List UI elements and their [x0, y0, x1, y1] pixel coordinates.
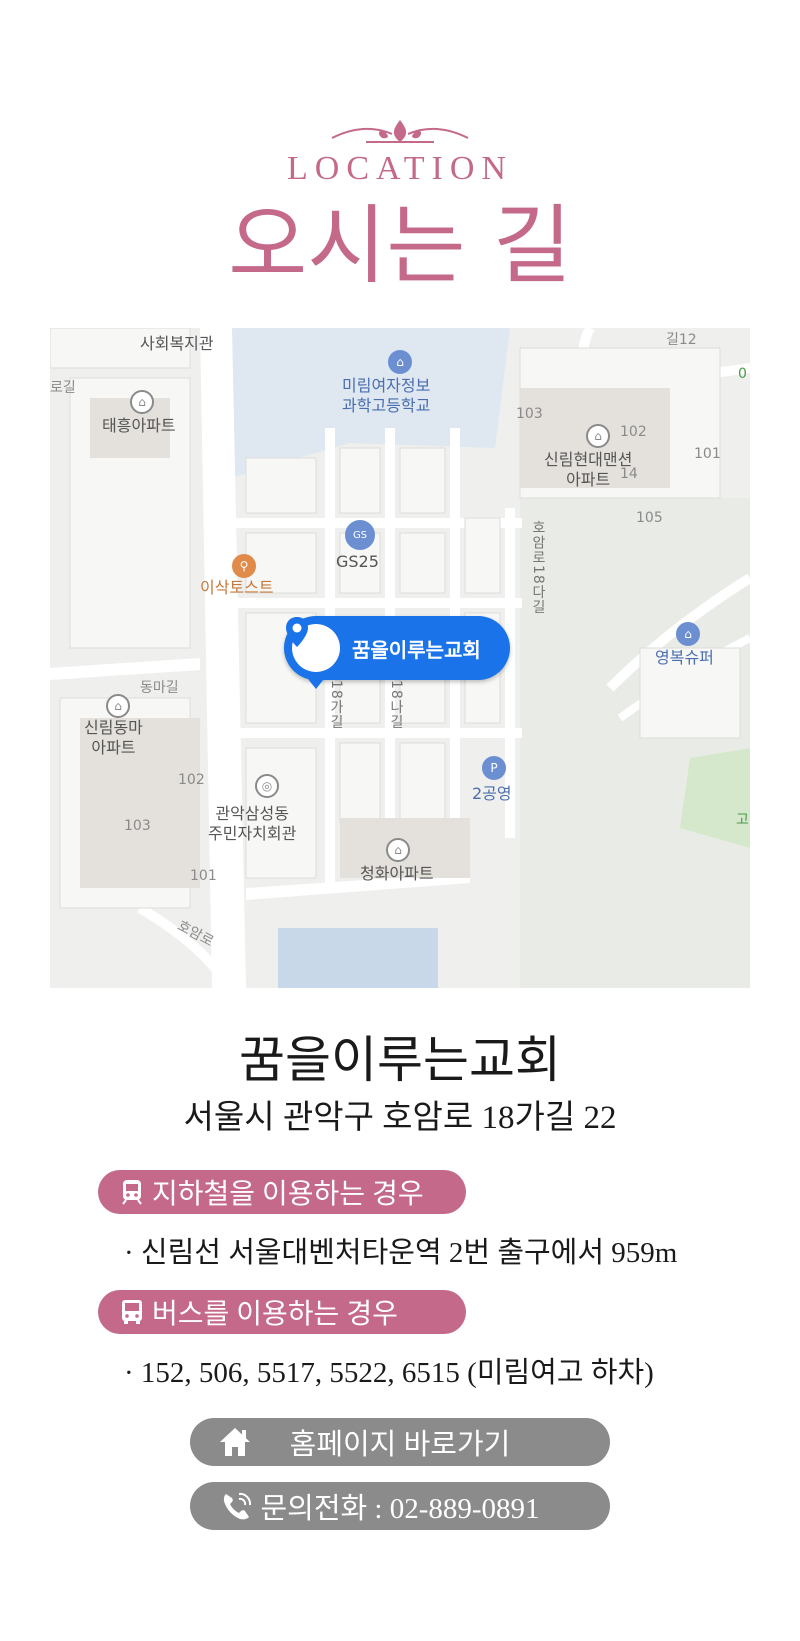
bus-section-label: 버스를 이용하는 경우: [98, 1290, 466, 1334]
school-icon[interactable]: ⌂: [388, 350, 412, 374]
location-label: LOCATION: [287, 150, 513, 187]
bus-info: · 152, 506, 5517, 5522, 6515 (미림여고 하차): [124, 1357, 654, 1389]
map-label-welfare: 사회복지관: [140, 334, 214, 353]
apartment-icon[interactable]: ⌂: [386, 838, 410, 862]
map-label-105: 105: [636, 510, 663, 526]
subway-train-icon: [122, 1180, 142, 1205]
marker-tail: [308, 679, 324, 689]
church-address: 서울시 관악구 호암로 18가길 22: [183, 1100, 617, 1136]
phone-button-label: 문의전화 : 02-889-0891: [260, 1493, 540, 1525]
homepage-button-label: 홈페이지 바로가기: [289, 1429, 511, 1461]
map-label-chunghwa: 청화아파트: [360, 864, 434, 883]
location-map[interactable]: ⌂ ⌂ ⌂ GS ⚲ ⌂ ⌂ P ◎ ⌂ 사회복지관 로길 태흥아파트 미림여자…: [50, 328, 750, 988]
map-label-14: 14: [620, 466, 638, 482]
apartment-icon[interactable]: ⌂: [106, 694, 130, 718]
map-pin-icon: [286, 617, 340, 672]
map-label-103a: 103: [516, 406, 543, 422]
map-label-parking: 2공영: [472, 784, 512, 803]
apartment-icon[interactable]: ⌂: [586, 424, 610, 448]
home-icon: [220, 1428, 250, 1456]
subway-section-label: 지하철을 이용하는 경우: [98, 1170, 466, 1214]
map-label-gil12: 길12: [666, 332, 697, 348]
subway-info: · 신림선 서울대벤처타운역 2번 출구에서 959m: [124, 1237, 678, 1269]
map-label-102b: 102: [178, 772, 205, 788]
map-label-sillim-dongma: 신림동마 아파트: [84, 718, 143, 757]
map-label-101b: 101: [190, 868, 217, 884]
civic-center-icon[interactable]: ◎: [255, 774, 279, 798]
map-label-road: 로길: [50, 380, 76, 396]
map-label-samseong: 관악삼성동 주민자치회관: [208, 804, 297, 843]
church-location-marker[interactable]: 꿈을이루는교회: [284, 616, 510, 689]
map-label-101a: 101: [694, 446, 721, 462]
bus-icon: [122, 1300, 142, 1324]
phone-icon: [223, 1492, 252, 1520]
map-label-gs25: GS25: [336, 552, 379, 571]
marker-label: 꿈을이루는교회: [352, 637, 481, 662]
bus-label-text: 버스를 이용하는 경우: [152, 1299, 398, 1330]
page-title: 오시는 길: [228, 196, 572, 296]
flourish-ornament-icon: [331, 120, 469, 143]
parking-icon[interactable]: P: [482, 756, 506, 780]
map-label-103b: 103: [124, 818, 151, 834]
map-label-edge-go: 고: [736, 812, 749, 828]
map-label-18na: 18나길: [388, 680, 404, 730]
map-label-taeheung: 태흥아파트: [102, 416, 176, 435]
subway-label-text: 지하철을 이용하는 경우: [152, 1179, 424, 1210]
map-label-dongma-road: 동마길: [140, 680, 179, 696]
apartment-icon[interactable]: ⌂: [130, 390, 154, 414]
restaurant-icon[interactable]: ⚲: [232, 554, 256, 578]
map-label-isak: 이삭토스트: [200, 578, 274, 597]
map-label-hoam18da: 호암로18다길: [530, 520, 546, 615]
map-label-youngbok: 영복슈퍼: [655, 648, 714, 667]
phone-button[interactable]: 문의전화 : 02-889-0891: [190, 1482, 610, 1530]
map-label-edge0: 0: [738, 366, 747, 382]
map-label-18ga: 18가길: [328, 680, 344, 730]
convenience-store-icon[interactable]: GS: [345, 520, 375, 550]
map-label-102a: 102: [620, 424, 647, 440]
church-name: 꿈을이루는교회: [239, 1032, 561, 1088]
homepage-button[interactable]: 홈페이지 바로가기: [190, 1418, 610, 1466]
map-label-school: 미림여자정보 과학고등학교: [342, 376, 431, 415]
shop-icon[interactable]: ⌂: [676, 622, 700, 646]
